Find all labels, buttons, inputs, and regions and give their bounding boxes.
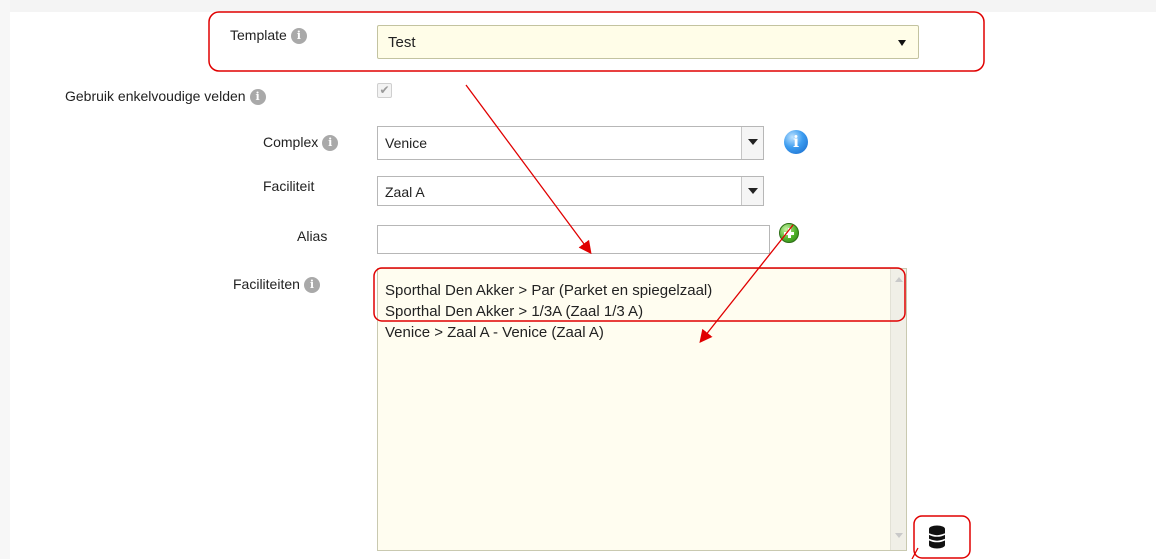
facilities-list[interactable]: Sporthal Den Akker > Par (Parket en spie…	[377, 268, 907, 551]
template-label: Template i	[230, 27, 307, 45]
facility-value: Zaal A	[385, 184, 425, 200]
info-icon[interactable]: i	[249, 89, 266, 106]
scrollbar[interactable]	[890, 269, 906, 550]
top-edge	[0, 0, 1156, 12]
scroll-up-icon[interactable]	[895, 277, 903, 282]
left-edge	[0, 0, 10, 559]
complex-value: Venice	[385, 135, 428, 151]
simple-fields-label: Gebruik enkelvoudige velden i	[65, 88, 266, 106]
info-icon[interactable]: i	[290, 28, 307, 45]
list-item[interactable]: Venice > Zaal A - Venice (Zaal A)	[385, 322, 886, 343]
alias-input[interactable]	[377, 225, 770, 254]
list-item[interactable]: Sporthal Den Akker > Par (Parket en spie…	[385, 280, 886, 301]
database-icon[interactable]	[926, 524, 948, 550]
scroll-down-icon[interactable]	[895, 533, 903, 538]
chevron-down-icon	[748, 139, 758, 145]
complex-select[interactable]: Venice	[377, 126, 764, 160]
facilities-label: Faciliteiten i	[233, 276, 320, 294]
green-add-icon[interactable]	[779, 223, 799, 243]
template-value: Test	[388, 34, 416, 51]
annotation-arrow	[911, 547, 919, 559]
form-panel: Template i Test Gebruik enkelvoudige veld…	[0, 0, 1156, 559]
simple-fields-checkbox[interactable]: ✔	[377, 83, 392, 98]
blue-info-icon[interactable]: i	[784, 130, 808, 154]
complex-label: Complex i	[263, 134, 339, 152]
facility-select[interactable]: Zaal A	[377, 176, 764, 206]
alias-label: Alias	[297, 228, 328, 244]
list-item[interactable]: Sporthal Den Akker > 1/3A (Zaal 1/3 A)	[385, 301, 886, 322]
chevron-down-icon	[748, 188, 758, 194]
dropdown-button[interactable]	[741, 177, 763, 205]
template-select[interactable]: Test	[377, 25, 919, 59]
facility-label: Faciliteit	[263, 178, 315, 194]
facilities-items: Sporthal Den Akker > Par (Parket en spie…	[385, 280, 886, 343]
info-icon[interactable]: i	[322, 135, 339, 152]
dropdown-button[interactable]	[741, 127, 763, 159]
info-icon[interactable]: i	[303, 277, 320, 294]
chevron-down-icon	[898, 40, 906, 46]
